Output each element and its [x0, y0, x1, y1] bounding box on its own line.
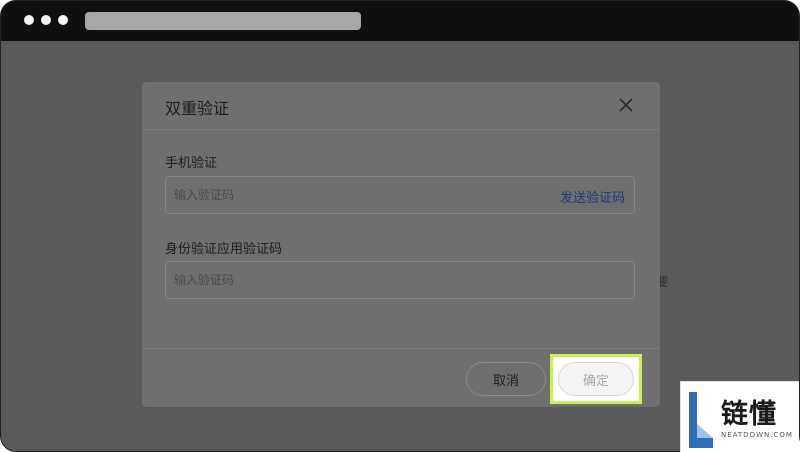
- dialog-footer: 取消 确定: [142, 348, 660, 408]
- brand-name: 链懂: [721, 399, 777, 430]
- close-icon[interactable]: [618, 97, 634, 113]
- title-bar: [1, 1, 799, 41]
- window-dot-icon[interactable]: [24, 15, 34, 25]
- dialog-header: 双重验证: [142, 82, 660, 130]
- cancel-button[interactable]: 取消: [466, 362, 546, 396]
- send-code-link[interactable]: 发送验证码: [560, 187, 625, 206]
- brand-domain: NEATDOWN.COM: [721, 431, 793, 439]
- dialog-title: 双重验证: [165, 99, 230, 118]
- confirm-button[interactable]: 确定: [558, 362, 634, 396]
- authenticator-label: 身份验证应用验证码: [165, 242, 283, 257]
- authenticator-code-field: [165, 261, 635, 299]
- phone-code-field: 发送验证码: [165, 176, 635, 214]
- address-bar[interactable]: [85, 12, 361, 30]
- window-dot-icon[interactable]: [41, 15, 51, 25]
- window-dot-icon[interactable]: [58, 15, 68, 25]
- two-factor-dialog: 双重验证 手机验证 发送验证码 身份验证应用验证码 取消 确定: [142, 82, 660, 407]
- authenticator-code-input[interactable]: [166, 262, 634, 298]
- phone-verify-label: 手机验证: [165, 156, 218, 171]
- confirm-highlight: 确定: [550, 354, 642, 404]
- watermark: 链懂 NEATDOWN.COM: [680, 381, 799, 452]
- brand-logo-icon: [689, 392, 713, 448]
